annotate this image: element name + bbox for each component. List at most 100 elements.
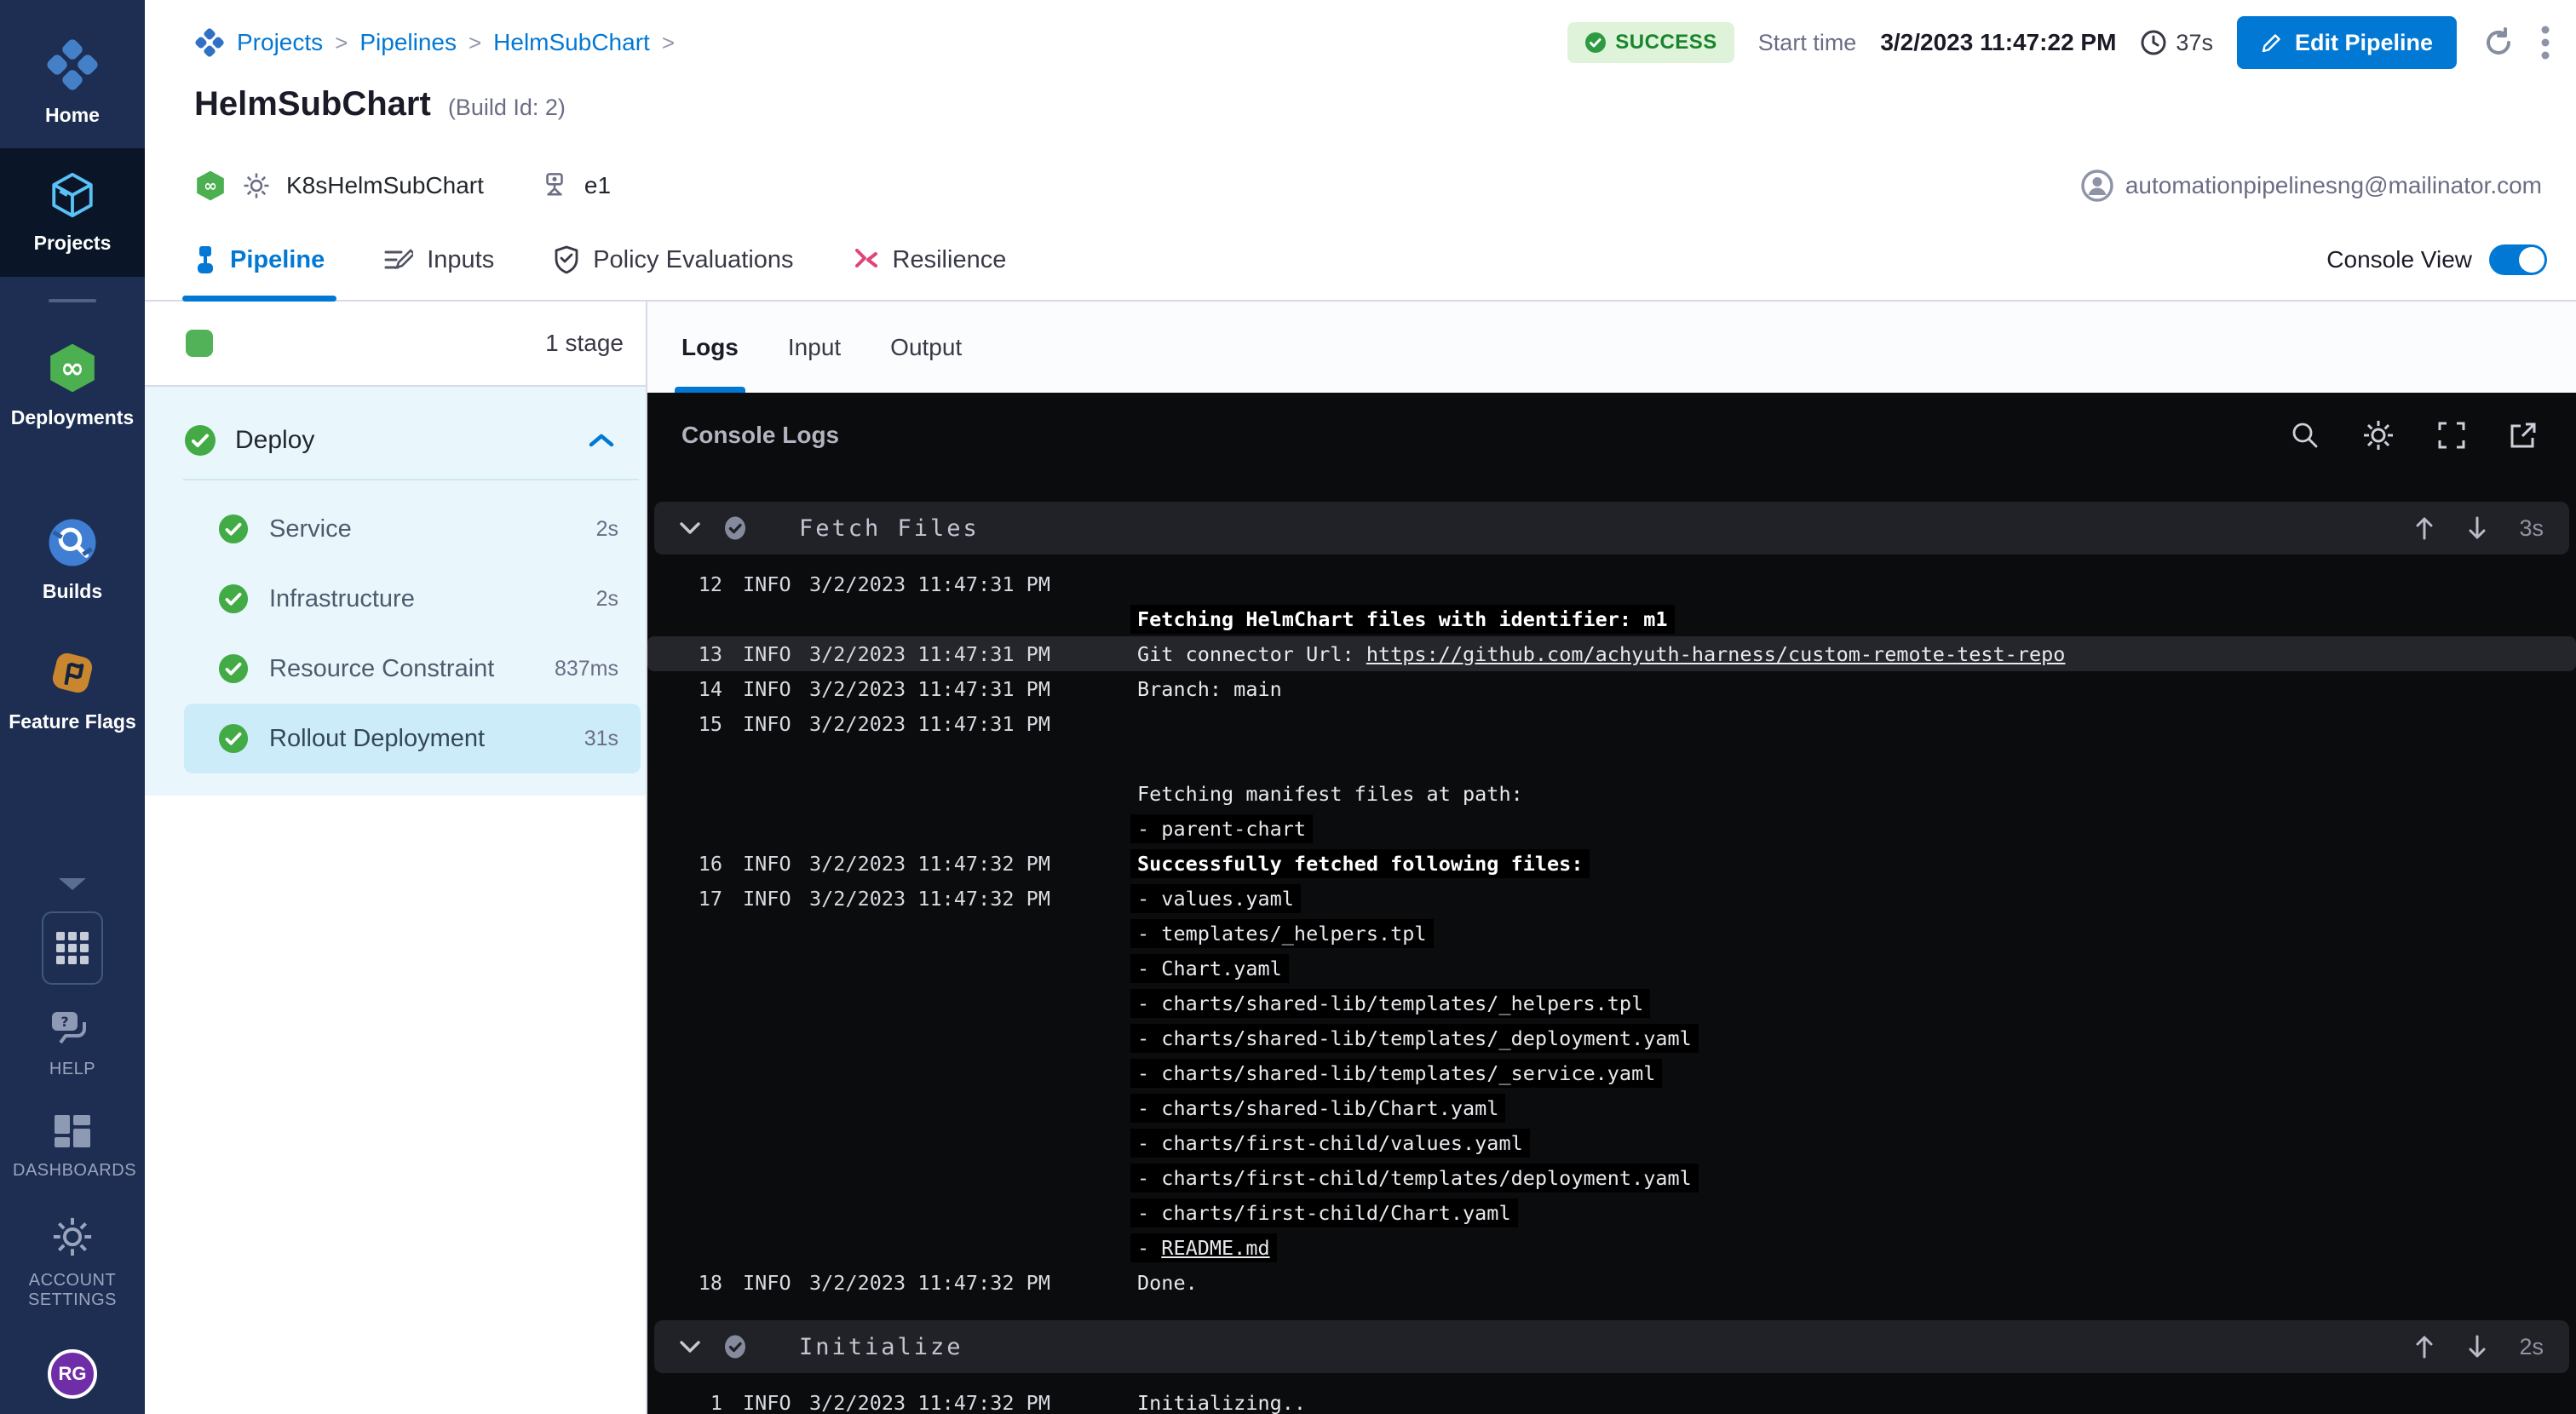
tab-pipeline[interactable]: Pipeline: [194, 220, 325, 300]
log-message: Branch: main: [1137, 677, 1282, 701]
log-row[interactable]: - templates/_helpers.tpl: [647, 916, 2576, 951]
sidebar-item-deployments[interactable]: ∞ Deployments: [0, 319, 145, 451]
step-duration: 837ms: [555, 657, 618, 681]
log-row[interactable]: 15INFO3/2/2023 11:47:31 PM: [647, 706, 2576, 741]
log-section-rows: 1INFO3/2/2023 11:47:32 PMInitializing..2…: [647, 1373, 2576, 1414]
scroll-up-arrow-icon[interactable]: [2413, 515, 2435, 541]
sidebar-item-home[interactable]: Home: [0, 15, 145, 148]
step-row-rollout-deployment[interactable]: Rollout Deployment31s: [184, 704, 641, 773]
refresh-button[interactable]: [2481, 25, 2516, 60]
log-row[interactable]: 12INFO3/2/2023 11:47:31 PM: [647, 566, 2576, 601]
sidebar-item-label: Builds: [43, 580, 102, 602]
sidebar-item-help[interactable]: ? HELP: [0, 993, 145, 1096]
log-row[interactable]: - charts/first-child/templates/deploymen…: [647, 1160, 2576, 1195]
user-avatar[interactable]: RG: [48, 1349, 97, 1399]
log-row[interactable]: - README.md: [647, 1230, 2576, 1265]
log-row[interactable]: 13INFO3/2/2023 11:47:31 PMGit connector …: [647, 636, 2576, 671]
log-row[interactable]: - Chart.yaml: [647, 951, 2576, 986]
module-selector-grid-button[interactable]: [42, 911, 103, 985]
settings-gear-icon[interactable]: [2361, 418, 2395, 452]
step-row-resource-constraint[interactable]: Resource Constraint837ms: [184, 634, 641, 704]
log-row[interactable]: - charts/first-child/values.yaml: [647, 1125, 2576, 1160]
sidebar-item-projects[interactable]: Projects: [0, 148, 145, 276]
help-chat-icon: ?: [50, 1010, 95, 1048]
log-tab-input[interactable]: Input: [788, 302, 841, 393]
svg-text:∞: ∞: [60, 352, 84, 385]
edit-pipeline-button[interactable]: Edit Pipeline: [2237, 16, 2457, 69]
step-success-icon: [218, 514, 249, 544]
tab-inputs[interactable]: Inputs: [384, 220, 494, 300]
tab-policy-evaluations[interactable]: Policy Evaluations: [554, 220, 793, 300]
log-row[interactable]: 14INFO3/2/2023 11:47:31 PMBranch: main: [647, 671, 2576, 706]
console-log-body: Fetch Files3s12INFO3/2/2023 11:47:31 PMF…: [647, 478, 2576, 1414]
log-row[interactable]: Fetching HelmChart files with identifier…: [647, 601, 2576, 636]
tab-label: Inputs: [427, 246, 494, 274]
step-row-infrastructure[interactable]: Infrastructure2s: [184, 564, 641, 634]
sidebar-item-feature-flags[interactable]: Feature Flags: [0, 625, 145, 755]
console-view-toggle[interactable]: [2489, 244, 2547, 275]
log-timestamp: 3/2/2023 11:47:32 PM: [809, 852, 1133, 876]
log-row[interactable]: 18INFO3/2/2023 11:47:32 PMDone.: [647, 1265, 2576, 1300]
log-timestamp: 3/2/2023 11:47:31 PM: [809, 572, 1133, 596]
log-timestamp: 3/2/2023 11:47:31 PM: [809, 677, 1133, 701]
step-row-service[interactable]: Service2s: [184, 494, 641, 564]
tab-resilience[interactable]: Resilience: [854, 220, 1007, 300]
clock-icon: [2140, 29, 2167, 56]
user-icon: [2081, 170, 2113, 202]
toggle-knob: [2519, 247, 2544, 273]
breadcrumb-link[interactable]: Pipelines: [359, 29, 457, 56]
log-link[interactable]: https://github.com/achyuth-harness/custo…: [1366, 642, 2066, 666]
log-row[interactable]: - charts/first-child/Chart.yaml: [647, 1195, 2576, 1230]
tab-label: Resilience: [893, 246, 1007, 274]
log-section-header[interactable]: Initialize2s: [654, 1320, 2569, 1373]
log-row[interactable]: 1INFO3/2/2023 11:47:32 PMInitializing..: [647, 1385, 2576, 1414]
step-name: Infrastructure: [269, 585, 415, 613]
log-section-initialize: Initialize2s1INFO3/2/2023 11:47:32 PMIni…: [647, 1320, 2576, 1414]
sidebar-item-label: ACCOUNT SETTINGS: [13, 1271, 132, 1310]
scroll-down-arrow-icon[interactable]: [2466, 1334, 2488, 1359]
breadcrumb-link[interactable]: HelmSubChart: [493, 29, 650, 56]
log-row[interactable]: - charts/shared-lib/templates/_service.y…: [647, 1055, 2576, 1090]
sidebar-item-label: Deployments: [11, 406, 134, 428]
fullscreen-icon[interactable]: [2436, 420, 2467, 451]
open-in-new-icon[interactable]: [2508, 420, 2539, 451]
harness-logo-icon: [194, 27, 225, 58]
more-options-kebab-button[interactable]: [2540, 24, 2550, 61]
log-row[interactable]: Fetching manifest files at path:: [647, 776, 2576, 811]
log-message-text: - templates/_helpers.tpl: [1130, 919, 1434, 948]
log-line-number: 17: [647, 887, 722, 911]
search-icon[interactable]: [2290, 420, 2320, 451]
log-message: - charts/shared-lib/templates/_service.y…: [1137, 1061, 1662, 1085]
step-success-icon: [218, 653, 249, 684]
sidebar-collapse-chevron-icon[interactable]: [49, 869, 95, 900]
log-message-text: - charts/first-child/templates/deploymen…: [1130, 1164, 1699, 1193]
log-row[interactable]: 17INFO3/2/2023 11:47:32 PM- values.yaml: [647, 881, 2576, 916]
log-row[interactable]: - charts/shared-lib/Chart.yaml: [647, 1090, 2576, 1125]
log-row[interactable]: - charts/shared-lib/templates/_helpers.t…: [647, 986, 2576, 1020]
sidebar-item-account-settings[interactable]: ACCOUNT SETTINGS: [0, 1198, 145, 1327]
environment-icon: [540, 171, 569, 200]
log-tab-output[interactable]: Output: [890, 302, 962, 393]
log-section-fetch-files: Fetch Files3s12INFO3/2/2023 11:47:31 PMF…: [647, 502, 2576, 1307]
sidebar-item-label: HELP: [49, 1060, 95, 1079]
stage-row-deploy[interactable]: Deploy: [145, 402, 646, 475]
step-success-icon: [218, 723, 249, 754]
log-tab-logs[interactable]: Logs: [681, 302, 739, 393]
log-row[interactable]: - parent-chart: [647, 811, 2576, 846]
log-row[interactable]: - charts/shared-lib/templates/_deploymen…: [647, 1020, 2576, 1055]
scroll-up-arrow-icon[interactable]: [2413, 1334, 2435, 1359]
breadcrumb-link[interactable]: Projects: [237, 29, 323, 56]
log-section-header[interactable]: Fetch Files3s: [654, 502, 2569, 555]
collapse-chevron-up-icon[interactable]: [588, 432, 615, 449]
log-timestamp: 3/2/2023 11:47:32 PM: [809, 887, 1133, 911]
sidebar-item-dashboards[interactable]: DASHBOARDS: [0, 1096, 145, 1198]
harness-logo-icon: [45, 37, 100, 92]
sidebar-item-builds[interactable]: Builds: [0, 495, 145, 624]
log-row[interactable]: [647, 741, 2576, 776]
sidebar-item-label: DASHBOARDS: [13, 1161, 132, 1181]
breadcrumb-separator: >: [469, 30, 481, 56]
log-row[interactable]: 16INFO3/2/2023 11:47:32 PMSuccessfully f…: [647, 846, 2576, 881]
log-link[interactable]: README.md: [1161, 1236, 1269, 1260]
cube-icon: [48, 170, 97, 220]
scroll-down-arrow-icon[interactable]: [2466, 515, 2488, 541]
